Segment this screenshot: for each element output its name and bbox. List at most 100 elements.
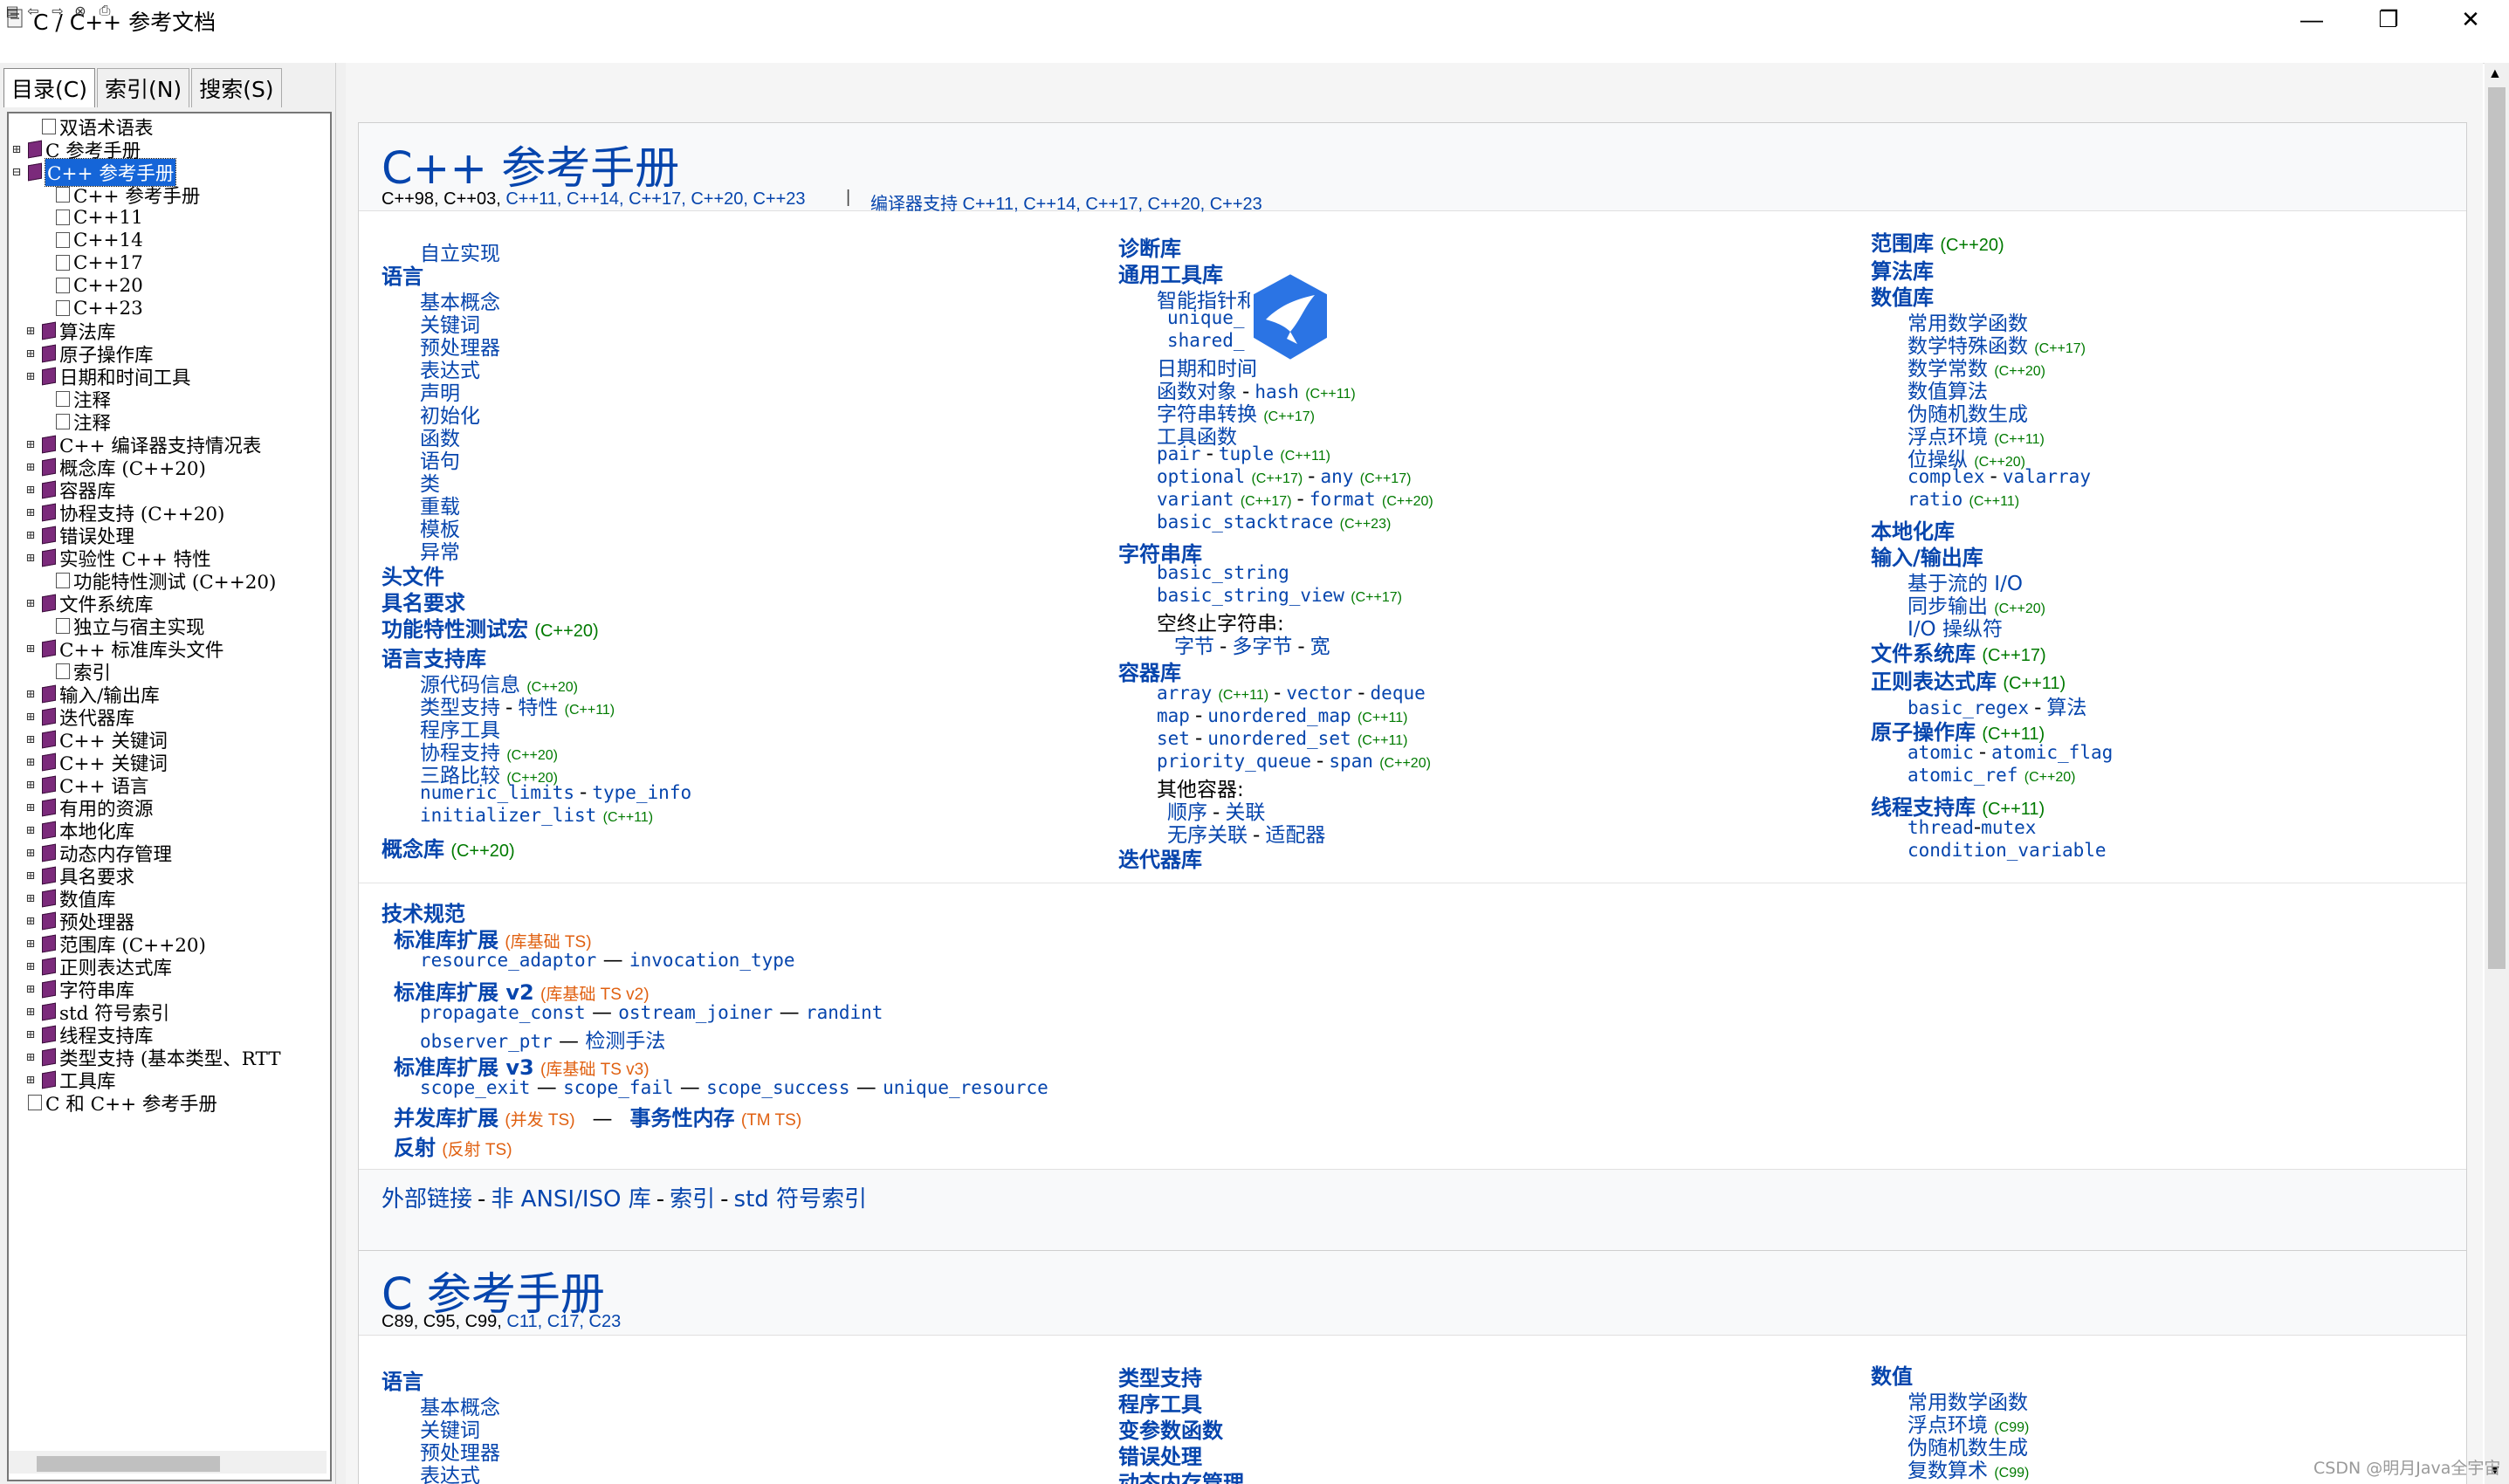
- tree-item[interactable]: C++20: [10, 274, 328, 297]
- tree-item[interactable]: C++23: [10, 297, 328, 319]
- scroll-up-icon[interactable]: ▲: [2488, 66, 2502, 82]
- expand-icon[interactable]: ⊞: [24, 960, 37, 973]
- tree-item[interactable]: 功能特性测试 (C++20): [10, 569, 328, 594]
- tree-item[interactable]: ⊟ C++ 参考手册: [10, 157, 328, 187]
- expand-icon[interactable]: ⊞: [24, 438, 37, 451]
- tree-item[interactable]: ⊞ C++ 关键词: [10, 751, 328, 775]
- tree-item[interactable]: ⊞ 正则表达式库: [10, 955, 328, 979]
- expand-icon[interactable]: ⊞: [24, 1074, 37, 1087]
- expand-icon[interactable]: ⊞: [24, 529, 37, 542]
- collapse-icon[interactable]: ⊟: [10, 166, 23, 179]
- tree-item[interactable]: ⊞ std 符号索引: [10, 1000, 328, 1025]
- back-icon[interactable]: ⇦: [24, 3, 42, 20]
- tree-item[interactable]: ⊞ 字符串库: [10, 978, 328, 1002]
- tree-item[interactable]: ⊞ 原子操作库: [10, 342, 328, 367]
- expand-icon[interactable]: ⊞: [10, 143, 23, 156]
- tree-item[interactable]: ⊞ 动态内存管理: [10, 842, 328, 866]
- tree-scroll-thumb[interactable]: [37, 1456, 220, 1472]
- tree-item[interactable]: C++17: [10, 251, 328, 274]
- expand-icon[interactable]: ⊞: [24, 506, 37, 519]
- expand-icon[interactable]: ⊞: [24, 779, 37, 792]
- expand-icon[interactable]: ⊞: [24, 983, 37, 996]
- expand-icon[interactable]: ⊞: [24, 370, 37, 383]
- link-iterators[interactable]: 迭代器库: [1118, 842, 1202, 873]
- link-language[interactable]: 语言: [382, 259, 423, 290]
- expand-icon[interactable]: ⊞: [24, 801, 37, 814]
- tab-search[interactable]: 搜索(S): [191, 68, 282, 107]
- tab-index[interactable]: 索引(N): [96, 68, 190, 107]
- forward-icon[interactable]: ⇨: [49, 3, 66, 20]
- tree-item[interactable]: ⊞ 错误处理: [10, 524, 328, 548]
- c-link-language[interactable]: 语言: [382, 1364, 423, 1395]
- tree-item[interactable]: ⊞ C++ 编译器支持情况表: [10, 433, 328, 457]
- print-icon[interactable]: ⎙: [96, 3, 113, 20]
- tree-item[interactable]: C++ 参考手册: [10, 183, 328, 208]
- tree-item[interactable]: C++14: [10, 229, 328, 251]
- tree-item[interactable]: ⊞ 文件系统库: [10, 592, 328, 616]
- tree-item[interactable]: C++11: [10, 206, 328, 229]
- tree-item[interactable]: C 和 C++ 参考手册: [10, 1091, 328, 1116]
- expand-icon[interactable]: ⊞: [24, 915, 37, 928]
- expand-icon[interactable]: ⊞: [24, 938, 37, 951]
- expand-icon[interactable]: ⊞: [24, 347, 37, 361]
- expand-icon[interactable]: ⊞: [24, 642, 37, 656]
- tree-item[interactable]: ⊞ 数值库: [10, 887, 328, 911]
- tree-item[interactable]: ⊞ C++ 标准库头文件: [10, 637, 328, 662]
- tree-item[interactable]: ⊞ C++ 关键词: [10, 728, 328, 752]
- tree-item[interactable]: 双语术语表: [10, 115, 328, 140]
- tree-item[interactable]: ⊞ 具名要求: [10, 864, 328, 889]
- expand-icon[interactable]: ⊞: [24, 688, 37, 701]
- expand-icon[interactable]: ⊞: [24, 325, 37, 338]
- content-pane: C++ 参考手册 C++98, C++03, C++11, C++14, C++…: [346, 63, 2483, 1484]
- expand-icon[interactable]: ⊞: [24, 892, 37, 905]
- expand-icon[interactable]: ⊞: [24, 484, 37, 497]
- tree-item[interactable]: ⊞ 协程支持 (C++20): [10, 501, 328, 526]
- tree-item[interactable]: ⊞ 有用的资源: [10, 796, 328, 821]
- expand-icon[interactable]: ⊞: [24, 1028, 37, 1041]
- content-scroll-thumb[interactable]: [2488, 87, 2506, 969]
- cpp-version-links[interactable]: C++11, C++14, C++17, C++20, C++23: [505, 189, 805, 209]
- expand-icon[interactable]: ⊞: [24, 711, 37, 724]
- expand-icon[interactable]: ⊞: [24, 869, 37, 883]
- stop-icon[interactable]: ⊗: [72, 3, 89, 20]
- tree-item[interactable]: ⊞ 工具库: [10, 1068, 328, 1093]
- tree-item[interactable]: ⊞ 线程支持库: [10, 1023, 328, 1048]
- minimize-button[interactable]: —: [2277, 0, 2347, 38]
- expand-icon[interactable]: ⊞: [24, 733, 37, 746]
- close-button[interactable]: ✕: [2436, 0, 2506, 38]
- c-link-numerics[interactable]: 数值: [1871, 1359, 1913, 1390]
- tree-item[interactable]: ⊞ 类型支持 (基本类型、RTT: [10, 1046, 328, 1070]
- tree-item[interactable]: ⊞ 迭代器库: [10, 705, 328, 730]
- link-feature-test[interactable]: 功能特性测试宏: [382, 617, 528, 642]
- expand-icon[interactable]: ⊞: [24, 1051, 37, 1064]
- c-section-link[interactable]: 动态内存管理: [1118, 1466, 1244, 1484]
- expand-icon[interactable]: ⊞: [24, 824, 37, 837]
- expand-icon[interactable]: ⊞: [24, 597, 37, 610]
- tree-item[interactable]: 独立与宿主实现: [10, 615, 328, 639]
- tree-item[interactable]: ⊞ 实验性 C++ 特性: [10, 546, 328, 571]
- compiler-support-link[interactable]: 编译器支持 C++11, C++14, C++17, C++20, C++23: [870, 189, 1262, 215]
- tree-item[interactable]: 注释: [10, 388, 328, 412]
- c-language-item-link[interactable]: 表达式: [420, 1459, 480, 1484]
- expand-icon[interactable]: ⊞: [24, 461, 37, 474]
- tree-item[interactable]: 注释: [10, 410, 328, 435]
- tree-item[interactable]: ⊞ C 参考手册: [10, 138, 328, 162]
- tree-item[interactable]: ⊞ 算法库: [10, 319, 328, 344]
- book-icon[interactable]: ▤: [3, 3, 21, 20]
- tree-item[interactable]: ⊞ 预处理器: [10, 910, 328, 934]
- tree-item[interactable]: ⊞ 日期和时间工具: [10, 365, 328, 389]
- tree-item[interactable]: ⊞ 范围库 (C++20): [10, 932, 328, 957]
- tree-item[interactable]: ⊞ 容器库: [10, 478, 328, 503]
- tab-contents[interactable]: 目录(C): [3, 68, 95, 107]
- tree-item[interactable]: ⊞ C++ 语言: [10, 773, 328, 798]
- expand-icon[interactable]: ⊞: [24, 552, 37, 565]
- tree-item[interactable]: ⊞ 输入/输出库: [10, 683, 328, 707]
- expand-icon[interactable]: ⊞: [24, 847, 37, 860]
- tree-item[interactable]: ⊞ 本地化库: [10, 819, 328, 843]
- link-freestanding[interactable]: 自立实现: [420, 237, 500, 266]
- tree-item[interactable]: ⊞ 概念库 (C++20): [10, 456, 328, 480]
- tree-item[interactable]: 索引: [10, 660, 328, 684]
- expand-icon[interactable]: ⊞: [24, 1006, 37, 1019]
- expand-icon[interactable]: ⊞: [24, 756, 37, 769]
- restore-button[interactable]: ❐: [2354, 0, 2423, 38]
